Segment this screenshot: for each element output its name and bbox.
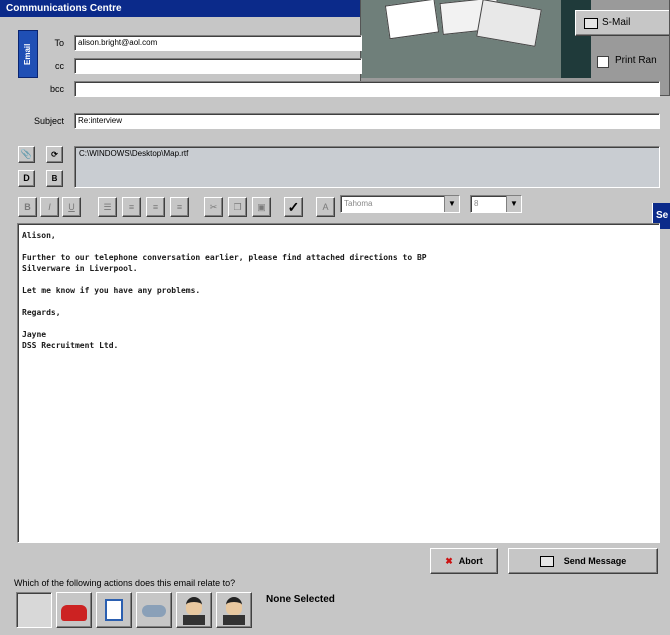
person-icon[interactable] <box>176 592 212 628</box>
copy-icon[interactable]: ❐ <box>228 197 247 217</box>
send-label: Send Message <box>563 556 627 566</box>
underline-icon[interactable]: U <box>62 197 81 217</box>
abort-button[interactable]: ✖ Abort <box>430 548 498 574</box>
paste-icon[interactable]: ▣ <box>252 197 271 217</box>
close-icon: ✖ <box>445 556 453 566</box>
size-select[interactable]: 8 ▼ <box>470 195 522 213</box>
print-checkbox[interactable] <box>597 56 609 68</box>
italic-icon[interactable]: I <box>40 197 59 217</box>
bullet-list-icon[interactable]: ☰ <box>98 197 117 217</box>
calendar-icon[interactable] <box>96 592 132 628</box>
email-tab[interactable]: Email <box>18 30 38 78</box>
actions-question: Which of the following actions does this… <box>14 578 236 588</box>
bcc-label: bcc <box>49 84 64 94</box>
smail-button[interactable]: S-Mail <box>575 10 669 36</box>
business-cards-image <box>361 0 561 78</box>
font-select[interactable]: Tahoma ▼ <box>340 195 460 213</box>
to-field[interactable]: alison.bright@aol.com <box>74 35 362 51</box>
chevron-down-icon[interactable]: ▼ <box>444 196 459 212</box>
print-label: Print Ran <box>615 55 657 66</box>
save-attachment-icon[interactable]: B <box>46 170 63 187</box>
abort-label: Abort <box>458 556 483 566</box>
bcc-field[interactable] <box>74 81 660 97</box>
chevron-down-icon[interactable]: ▼ <box>506 196 521 212</box>
attachments-list[interactable]: C:\WINDOWS\Desktop\Map.rtf <box>74 146 660 188</box>
align-center-icon[interactable]: ≡ <box>146 197 165 217</box>
send-message-button[interactable]: Send Message <box>508 548 658 574</box>
cc-field[interactable] <box>74 58 362 74</box>
subject-field[interactable]: Re:interview <box>74 113 660 129</box>
telephone-icon[interactable] <box>56 592 92 628</box>
attachment-item[interactable]: C:\WINDOWS\Desktop\Map.rtf <box>79 149 188 158</box>
action-slot-empty[interactable] <box>16 592 52 628</box>
message-body[interactable]: Alison, Further to our telephone convers… <box>17 223 660 543</box>
subject-label: Subject <box>33 116 64 126</box>
mail-icon <box>584 18 598 29</box>
cut-icon[interactable]: ✂ <box>204 197 223 217</box>
spellcheck-icon[interactable]: ✓ <box>284 197 303 217</box>
font-icon[interactable]: A <box>316 197 335 217</box>
action-status: None Selected <box>266 594 335 605</box>
send-icon <box>539 556 554 568</box>
handshake-icon[interactable] <box>136 592 172 628</box>
person-icon[interactable] <box>216 592 252 628</box>
bold-icon[interactable]: B <box>18 197 37 217</box>
attach-icon[interactable]: 📎 <box>18 146 35 163</box>
align-left-icon[interactable]: ≡ <box>122 197 141 217</box>
remove-attachment-icon[interactable]: ⟳ <box>46 146 63 163</box>
smail-label: S-Mail <box>602 17 631 28</box>
align-right-icon[interactable]: ≡ <box>170 197 189 217</box>
font-select-value: Tahoma <box>344 199 373 208</box>
to-label: To <box>54 38 64 48</box>
size-select-value: 8 <box>474 199 479 208</box>
cc-label: cc <box>55 61 64 71</box>
open-attachment-icon[interactable]: D <box>18 170 35 187</box>
